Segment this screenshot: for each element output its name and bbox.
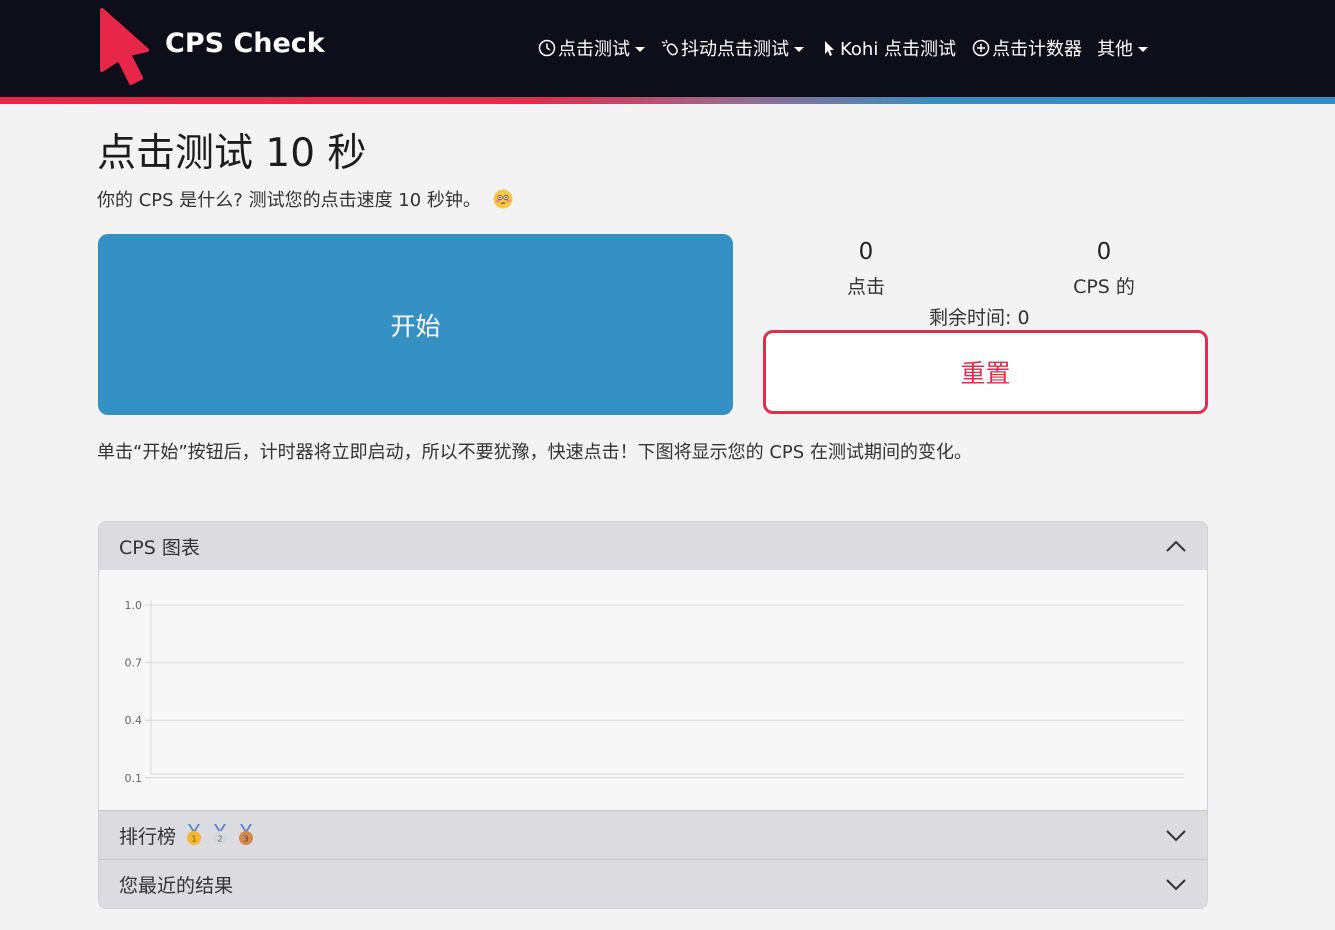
bronze-medal-icon: 3 [239, 824, 254, 845]
leaderboard-toggle[interactable]: 排行榜 1 2 3 [99, 810, 1207, 859]
nav-item-label: 抖动点击测试 [681, 39, 789, 60]
start-button[interactable]: 开始 [98, 234, 733, 415]
cursor-logo-icon [100, 8, 149, 85]
cps-chart-toggle[interactable]: CPS 图表 [99, 522, 1207, 570]
cps-label: CPS 的 [1073, 276, 1135, 298]
leaderboard-title: 排行榜 [119, 825, 177, 848]
nav-item-label: 其他 [1097, 39, 1134, 60]
brand-name: CPS Check [165, 28, 325, 59]
subtitle-text: 你的 CPS 是什么? 测试您的点击速度 10 秒钟。 [97, 190, 481, 211]
navbar: CPS Check 点击测试 抖动点击测试 Kohi 点击测试 点击计数器 其他 [0, 0, 1335, 97]
y-tick-label: 1.0 [125, 599, 143, 612]
info-text: 单击“开始”按钮后，计时器将立即启动，所以不要犹豫，快速点击！下图将显示您的 C… [97, 442, 972, 463]
nav-item-other[interactable]: 其他 [1097, 35, 1149, 61]
results-accordion: CPS 图表 1.0 0.7 0.4 0.1 排行榜 1 2 3 您最近的结果 [98, 521, 1208, 909]
svg-text:2: 2 [217, 835, 222, 844]
plus-circle-icon [971, 38, 991, 58]
nav-menu: 点击测试 抖动点击测试 Kohi 点击测试 点击计数器 其他 [537, 34, 1149, 62]
leaderboard-heading: 排行榜 1 2 3 [119, 822, 262, 849]
nav-item-jitter-click-test[interactable]: 抖动点击测试 [660, 35, 804, 61]
nav-item-label: 点击计数器 [992, 39, 1083, 60]
svg-text:1: 1 [191, 835, 196, 844]
gold-medal-icon: 1 [187, 824, 202, 845]
clock-icon [537, 38, 557, 58]
clicks-label: 点击 [846, 276, 885, 298]
brand-logo-link[interactable]: CPS Check [97, 8, 325, 86]
remaining-time: 剩余时间: 0 [929, 303, 1030, 330]
cps-value: 0 [1096, 239, 1112, 265]
silver-medal-icon: 2 [213, 824, 228, 845]
svg-text:3: 3 [243, 835, 248, 844]
mouse-icon [660, 38, 680, 58]
nav-item-click-test[interactable]: 点击测试 [537, 35, 645, 61]
flushed-face-icon [493, 189, 513, 209]
cps-stat: 0 CPS 的 [1054, 239, 1154, 299]
chevron-down-icon [1138, 46, 1149, 52]
navbar-accent-stripe [0, 97, 1335, 104]
chevron-down-icon [1166, 879, 1186, 891]
cps-chart-title: CPS 图表 [119, 536, 200, 559]
cursor-icon [819, 38, 839, 58]
page-subtitle: 你的 CPS 是什么? 测试您的点击速度 10 秒钟。 [97, 186, 513, 212]
nav-item-click-counter[interactable]: 点击计数器 [971, 35, 1082, 61]
clicks-value: 0 [858, 239, 874, 265]
y-tick-label: 0.4 [125, 714, 143, 727]
nav-item-kohi-click-test[interactable]: Kohi 点击测试 [819, 35, 956, 61]
reset-button[interactable]: 重置 [763, 330, 1208, 414]
chevron-down-icon [1166, 830, 1186, 842]
chevron-down-icon [635, 46, 645, 52]
recent-results-toggle[interactable]: 您最近的结果 [99, 859, 1207, 908]
cps-chart: 1.0 0.7 0.4 0.1 [99, 570, 1207, 810]
remaining-time-value: 0 [1017, 307, 1030, 329]
clicks-stat: 0 点击 [826, 239, 906, 299]
medals: 1 2 3 [184, 824, 262, 846]
y-tick-label: 0.7 [125, 657, 143, 670]
page-title: 点击测试 10 秒 [97, 131, 367, 176]
recent-results-title: 您最近的结果 [119, 874, 234, 897]
nav-item-label: 点击测试 [558, 39, 630, 60]
chevron-down-icon [794, 46, 804, 52]
remaining-time-label: 剩余时间: [929, 307, 1018, 329]
chevron-up-icon [1166, 540, 1186, 552]
y-tick-label: 0.1 [125, 772, 143, 785]
nav-item-label: Kohi 点击测试 [840, 39, 957, 60]
cps-chart-svg: 1.0 0.7 0.4 0.1 [125, 599, 1184, 785]
